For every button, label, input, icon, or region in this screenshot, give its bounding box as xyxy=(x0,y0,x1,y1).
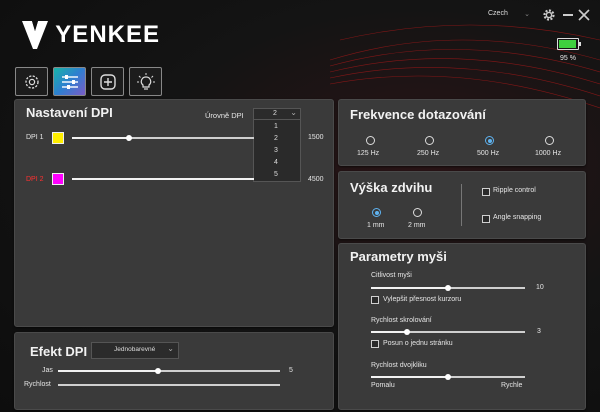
dpi-2-slider[interactable] xyxy=(72,178,254,180)
tab-buttons[interactable] xyxy=(91,67,124,96)
sensitivity-value: 10 xyxy=(536,284,544,291)
angle-snapping-checkbox[interactable] xyxy=(482,215,490,223)
polling-radio-250[interactable] xyxy=(425,136,434,145)
bulb-icon xyxy=(136,72,155,90)
sensitivity-label: Citlivost myši xyxy=(371,272,412,279)
tab-general-settings[interactable] xyxy=(15,67,48,96)
dpi-2-label: DPI 2 xyxy=(26,176,44,183)
battery-indicator xyxy=(557,38,579,50)
double-click-slow-label: Pomalu xyxy=(371,382,395,389)
slider-knob[interactable] xyxy=(445,285,451,291)
settings-gear-button[interactable] xyxy=(542,8,556,22)
battery-tip xyxy=(579,42,581,46)
slider-knob[interactable] xyxy=(404,329,410,335)
logo: YENKEE xyxy=(20,17,160,53)
language-select[interactable]: Czech ⌄ xyxy=(488,10,532,22)
ripple-control-checkbox[interactable] xyxy=(482,188,490,196)
polling-radio-125[interactable] xyxy=(366,136,375,145)
gear-icon xyxy=(24,74,39,89)
sliders-icon xyxy=(61,74,78,89)
scroll-speed-slider[interactable] xyxy=(371,329,525,335)
dropdown-option[interactable]: 2 xyxy=(274,135,278,142)
page-scroll-checkbox[interactable] xyxy=(371,340,379,348)
precision-checkbox[interactable] xyxy=(371,296,379,304)
battery-fill xyxy=(559,40,577,48)
close-button[interactable] xyxy=(578,8,590,21)
mouse-parameters-title: Parametry myši xyxy=(350,249,447,264)
polling-label-1000: 1000 Hz xyxy=(535,150,562,157)
dropdown-option[interactable]: 3 xyxy=(274,147,278,154)
dpi-1-color-swatch[interactable] xyxy=(52,132,64,144)
lift-label-2mm: 2 mm xyxy=(408,222,426,229)
battery-percent: 95 % xyxy=(560,55,576,62)
sensitivity-slider[interactable] xyxy=(371,285,525,291)
lift-divider xyxy=(461,184,462,226)
tab-lighting[interactable] xyxy=(129,67,162,96)
chevron-down-icon: ⌄ xyxy=(167,344,174,353)
slider-knob[interactable] xyxy=(126,135,132,141)
gear-icon xyxy=(543,9,555,21)
effect-mode-select[interactable]: Jednobarevné ⌄ xyxy=(91,342,179,359)
minimize-button[interactable] xyxy=(563,14,573,16)
close-icon xyxy=(578,9,590,21)
logo-mark-icon xyxy=(22,21,48,49)
chevron-down-icon: ⌄ xyxy=(290,108,297,117)
dpi-levels-value: 2 xyxy=(273,110,277,117)
scroll-speed-value: 3 xyxy=(537,328,541,335)
dpi-effect-title: Efekt DPI xyxy=(30,344,88,359)
lift-radio-2mm[interactable] xyxy=(413,208,422,217)
lift-label-1mm: 1 mm xyxy=(367,222,385,229)
plus-icon xyxy=(99,73,116,90)
page-scroll-label: Posun o jednu stránku xyxy=(383,340,453,347)
dropdown-option[interactable]: 4 xyxy=(274,159,278,166)
dpi-2-color-swatch[interactable] xyxy=(52,173,64,185)
effect-mode-value: Jednobarevné xyxy=(114,346,156,353)
angle-snapping-label: Angle snapping xyxy=(493,214,542,221)
double-click-label: Rychlost dvojkliku xyxy=(371,362,427,369)
scroll-speed-label: Rychlost skrolování xyxy=(371,317,432,324)
dropdown-option[interactable]: 5 xyxy=(274,171,278,178)
dpi-levels-label: Úrovně DPI xyxy=(205,111,244,120)
lift-off-title: Výška zdvihu xyxy=(350,180,433,195)
polling-radio-500[interactable] xyxy=(485,136,494,145)
precision-label: Vylepšit přesnost kurzoru xyxy=(383,296,462,303)
dpi-1-label: DPI 1 xyxy=(26,134,44,141)
double-click-fast-label: Rychle xyxy=(501,382,523,389)
tab-performance[interactable] xyxy=(53,67,86,96)
lift-radio-1mm[interactable] xyxy=(372,208,381,217)
speed-slider[interactable] xyxy=(58,384,280,386)
brightness-value: 5 xyxy=(289,367,293,374)
language-label: Czech xyxy=(488,10,508,17)
slider-knob[interactable] xyxy=(155,368,161,374)
polling-label-250: 250 Hz xyxy=(417,150,440,157)
speed-label: Rychlost xyxy=(24,381,51,388)
polling-label-500: 500 Hz xyxy=(477,150,500,157)
chevron-down-icon: ⌄ xyxy=(524,11,530,18)
dpi-2-value: 4500 xyxy=(308,176,324,183)
ripple-control-label: Ripple control xyxy=(493,187,536,194)
slider-knob[interactable] xyxy=(445,374,451,380)
dpi-levels-dropdown-list: 1 2 3 4 5 xyxy=(253,119,301,182)
dpi-1-value: 1500 xyxy=(308,134,324,141)
dpi-settings-title: Nastavení DPI xyxy=(26,105,113,120)
double-click-slider[interactable] xyxy=(371,374,525,380)
polling-radio-1000[interactable] xyxy=(545,136,554,145)
dpi-1-slider[interactable] xyxy=(72,135,254,141)
brightness-slider[interactable] xyxy=(58,368,280,374)
logo-text: YENKEE xyxy=(55,21,160,48)
polling-rate-title: Frekvence dotazování xyxy=(350,107,486,122)
dropdown-option[interactable]: 1 xyxy=(274,123,278,130)
brightness-label: Jas xyxy=(42,367,53,374)
polling-label-125: 125 Hz xyxy=(357,150,380,157)
